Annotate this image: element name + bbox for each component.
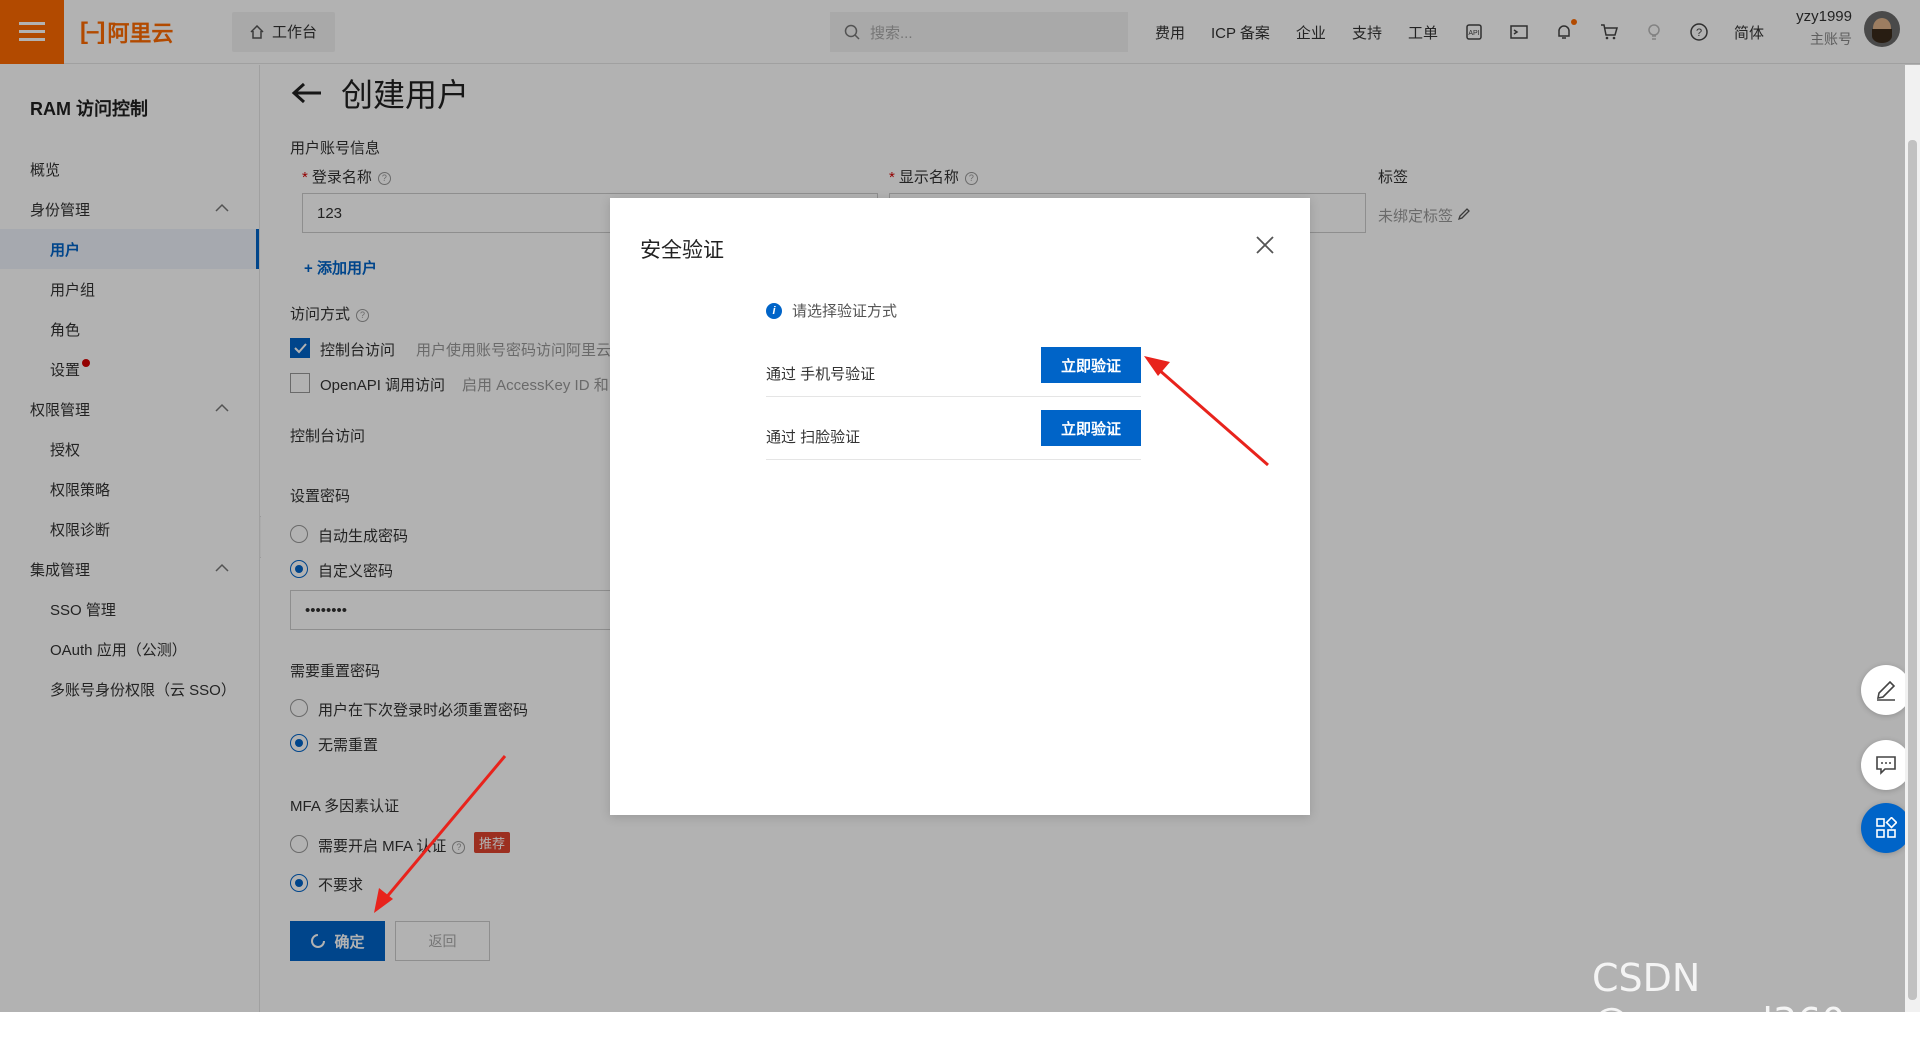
- watermark-text: CSDN @yzycool360: [1592, 956, 1846, 1044]
- info-icon: i: [766, 302, 782, 319]
- verify-hint-text: 请选择验证方式: [792, 303, 898, 320]
- chat-button[interactable]: [1861, 740, 1911, 790]
- verify-face-button[interactable]: 立即验证: [1041, 410, 1141, 446]
- apps-grid-icon: [1876, 817, 1897, 838]
- security-verification-dialog: 安全验证 i 请选择验证方式 通过 手机号验证 立即验证 通过 扫脸验证 立即验…: [610, 198, 1310, 815]
- close-button[interactable]: [1254, 234, 1276, 256]
- apps-button[interactable]: [1861, 803, 1911, 853]
- close-icon: [1256, 236, 1274, 254]
- verify-phone-button[interactable]: 立即验证: [1041, 347, 1141, 383]
- edit-icon: [1876, 680, 1896, 701]
- verify-method-label: 通过 手机号验证: [766, 366, 876, 383]
- chat-icon: [1876, 756, 1896, 775]
- scrollbar-thumb[interactable]: [1908, 140, 1917, 1000]
- verify-row-phone: 通过 手机号验证 立即验证: [766, 335, 1141, 397]
- verify-row-face: 通过 扫脸验证 立即验证: [766, 398, 1141, 460]
- verify-method-label: 通过 扫脸验证: [766, 429, 861, 446]
- verify-hint: i 请选择验证方式: [766, 300, 897, 321]
- dialog-title: 安全验证: [640, 239, 724, 262]
- feedback-edit-button[interactable]: [1861, 665, 1911, 715]
